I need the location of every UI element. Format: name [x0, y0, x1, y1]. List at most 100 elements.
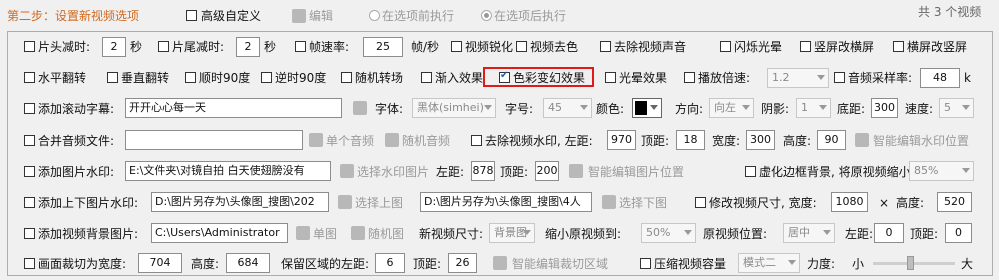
resize-checkbox[interactable]: [695, 197, 706, 208]
strength-slider[interactable]: [873, 256, 955, 270]
merge-audio-label: 合并音频文件:: [38, 134, 115, 148]
scroll-text-checkbox[interactable]: [24, 103, 35, 114]
smart-edit-img-icon: [569, 164, 583, 178]
resize-height-input[interactable]: 520: [937, 192, 972, 212]
random-image-button[interactable]: 随机图: [368, 227, 404, 241]
shrink-label: 缩小原视频到:: [545, 227, 622, 241]
img-watermark-path[interactable]: E:\文件夹\对镜自拍 白天使翅膀没有: [125, 161, 331, 181]
framerate-input[interactable]: 25: [363, 37, 403, 57]
vflip-checkbox[interactable]: [107, 72, 118, 83]
fade-in-checkbox[interactable]: [421, 72, 432, 83]
bg-left-input[interactable]: 0: [874, 223, 904, 243]
top-bottom-img-label: 添加上下图片水印:: [38, 196, 139, 210]
tail-cut-input[interactable]: 2: [236, 37, 260, 57]
crop-height-input[interactable]: 684: [226, 253, 270, 273]
scroll-speed-select[interactable]: 5: [939, 98, 974, 118]
hflip-checkbox[interactable]: [24, 72, 35, 83]
remove-watermark-label: 去除视频水印, 左距:: [485, 134, 593, 148]
speed-select[interactable]: 1.2: [767, 68, 829, 88]
single-audio-button[interactable]: 单个音频: [326, 134, 374, 148]
remove-watermark-checkbox[interactable]: [471, 135, 482, 146]
single-image-button[interactable]: 单图: [313, 227, 337, 241]
bg-image-path[interactable]: C:\Users\Administrator: [151, 223, 288, 243]
top-image-path[interactable]: D:\图片另存为\头像图_搜图\202: [151, 192, 329, 212]
compress-mode-select[interactable]: 模式二: [738, 253, 800, 273]
scale-select[interactable]: 85%: [909, 161, 974, 181]
img-left-input[interactable]: 878: [471, 161, 495, 181]
h2v-checkbox[interactable]: [893, 41, 904, 52]
head-cut-unit: 秒: [130, 40, 143, 54]
glow-checkbox[interactable]: [605, 72, 616, 83]
compress-checkbox[interactable]: [640, 258, 651, 269]
new-size-select[interactable]: 背景图: [489, 223, 535, 243]
bg-top-input[interactable]: 0: [945, 223, 972, 243]
after-exec-radio[interactable]: [481, 10, 492, 21]
keep-left-input[interactable]: 6: [375, 253, 405, 273]
h2v-label: 横屏改竖屏: [907, 40, 968, 54]
text-settings-icon[interactable]: [353, 101, 367, 115]
smart-edit-image-button[interactable]: 智能编辑图片位置: [588, 165, 684, 179]
shadow-select[interactable]: 1: [796, 98, 831, 118]
smart-edit-watermark-button[interactable]: 智能编辑水印位置: [873, 134, 969, 148]
framerate-checkbox[interactable]: [295, 41, 306, 52]
bottom-input[interactable]: 300: [871, 98, 898, 118]
rot90ccw-checkbox[interactable]: [261, 72, 272, 83]
keep-top-label: 顶距:: [413, 257, 442, 271]
keep-top-input[interactable]: 26: [448, 253, 477, 273]
times-sign: ×: [879, 196, 890, 210]
font-select[interactable]: 黑体(simhei): [412, 98, 496, 118]
step-title: 第二步：设置新视频选项: [7, 9, 140, 23]
sharpen-checkbox[interactable]: [451, 41, 462, 52]
remove-audio-checkbox[interactable]: [600, 41, 611, 52]
img-top-label: 顶距:: [500, 165, 529, 179]
watermark-width-label: 宽度:: [712, 134, 741, 148]
watermark-top-input[interactable]: 18: [676, 130, 705, 150]
select-top-image-button[interactable]: 选择上图: [355, 196, 403, 210]
sample-rate-input[interactable]: 48: [920, 68, 960, 88]
v2h-checkbox[interactable]: [800, 41, 811, 52]
smart-edit-icon: [855, 133, 869, 147]
advanced-custom-checkbox[interactable]: [186, 10, 197, 21]
scroll-text-input[interactable]: 开开心心每一天: [125, 98, 342, 118]
sample-rate-checkbox[interactable]: [834, 72, 845, 83]
img-top-input[interactable]: 200: [535, 161, 559, 181]
head-cut-input[interactable]: 2: [102, 37, 126, 57]
watermark-width-input[interactable]: 300: [746, 130, 775, 150]
head-cut-checkbox[interactable]: [24, 41, 35, 52]
remove-audio-label: 去除视频声音: [614, 40, 687, 54]
random-audio-button[interactable]: 随机音频: [402, 134, 450, 148]
bg-img-checkbox[interactable]: [24, 228, 35, 239]
shrink-select[interactable]: 50%: [641, 223, 696, 243]
size-select[interactable]: 45: [543, 98, 592, 118]
speed-checkbox[interactable]: [684, 72, 695, 83]
resize-width-input[interactable]: 1080: [831, 192, 868, 212]
select-bottom-image-button[interactable]: 选择下图: [619, 196, 667, 210]
top-bottom-img-checkbox[interactable]: [24, 197, 35, 208]
merge-audio-input[interactable]: [125, 130, 303, 150]
bg-top-label: 顶距:: [910, 227, 939, 241]
crop-checkbox[interactable]: [24, 258, 35, 269]
smart-crop-button[interactable]: 智能编辑裁切区域: [512, 257, 608, 271]
merge-audio-checkbox[interactable]: [24, 135, 35, 146]
decolor-checkbox[interactable]: [516, 41, 527, 52]
tail-cut-checkbox[interactable]: [158, 41, 169, 52]
flash-checkbox[interactable]: [720, 41, 731, 52]
watermark-left-input[interactable]: 970: [607, 130, 636, 150]
random-transition-checkbox[interactable]: [341, 72, 352, 83]
bottom-image-path[interactable]: D:\图片另存为\头像图_搜图\4人: [420, 192, 592, 212]
watermark-height-input[interactable]: 90: [817, 130, 846, 150]
edit-button[interactable]: 编辑: [309, 9, 333, 23]
direction-select[interactable]: 向左: [709, 98, 754, 118]
color-effect-checkbox[interactable]: [499, 70, 510, 83]
virtual-border-checkbox[interactable]: [745, 166, 756, 177]
rot90cw-checkbox[interactable]: [185, 72, 196, 83]
crop-width-input[interactable]: 704: [138, 253, 182, 273]
bottom-label: 底距:: [837, 102, 866, 116]
strength-slider-thumb[interactable]: [907, 256, 914, 270]
position-select[interactable]: 居中: [783, 223, 835, 243]
img-watermark-checkbox[interactable]: [24, 166, 35, 177]
color-picker[interactable]: [632, 98, 662, 118]
color-label: 颜色:: [596, 102, 625, 116]
before-exec-radio[interactable]: [369, 10, 380, 21]
select-watermark-image-button[interactable]: 选择水印图片: [357, 165, 429, 179]
